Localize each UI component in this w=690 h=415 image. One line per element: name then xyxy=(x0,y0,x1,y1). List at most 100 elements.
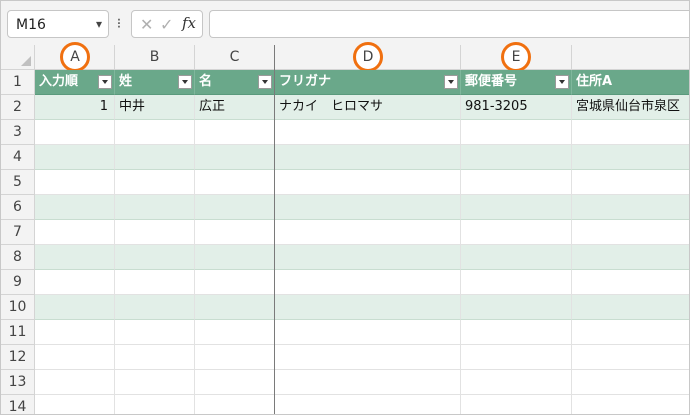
row-header[interactable]: 10 xyxy=(1,295,35,320)
more-icon[interactable]: ⁝ xyxy=(114,14,124,34)
cell[interactable] xyxy=(275,270,461,295)
cell[interactable] xyxy=(461,195,572,220)
cell[interactable] xyxy=(275,320,461,345)
header-cell-postal[interactable]: 郵便番号 xyxy=(461,70,572,95)
formula-input[interactable] xyxy=(209,10,689,38)
header-cell-furigana[interactable]: フリガナ xyxy=(275,70,461,95)
row-header[interactable]: 4 xyxy=(1,145,35,170)
cell-last-name[interactable]: 中井 xyxy=(115,95,195,120)
cell[interactable] xyxy=(115,295,195,320)
cell[interactable] xyxy=(572,370,689,395)
filter-dropdown-icon[interactable] xyxy=(178,75,192,89)
cell[interactable] xyxy=(35,120,115,145)
cell[interactable] xyxy=(572,120,689,145)
cell[interactable] xyxy=(35,345,115,370)
row-header[interactable]: 2 xyxy=(1,95,35,120)
cell[interactable] xyxy=(195,220,275,245)
header-cell-last-name[interactable]: 姓 xyxy=(115,70,195,95)
cell[interactable] xyxy=(572,270,689,295)
cell-postal[interactable]: 981-3205 xyxy=(461,95,572,120)
cell[interactable] xyxy=(275,195,461,220)
cell[interactable] xyxy=(195,370,275,395)
cell[interactable] xyxy=(461,320,572,345)
row-header[interactable]: 6 xyxy=(1,195,35,220)
cell-furigana[interactable]: ナカイ ヒロマサ xyxy=(275,95,461,120)
cell[interactable] xyxy=(35,170,115,195)
cell[interactable] xyxy=(461,245,572,270)
cell[interactable] xyxy=(115,320,195,345)
cell[interactable] xyxy=(195,195,275,220)
column-header-b[interactable]: B xyxy=(115,45,195,70)
row-header[interactable]: 12 xyxy=(1,345,35,370)
cell[interactable] xyxy=(35,370,115,395)
filter-dropdown-icon[interactable] xyxy=(98,75,112,89)
cell[interactable] xyxy=(572,220,689,245)
row-header[interactable]: 3 xyxy=(1,120,35,145)
cell[interactable] xyxy=(572,320,689,345)
cell[interactable] xyxy=(195,120,275,145)
row-header[interactable]: 14 xyxy=(1,395,35,414)
select-all-button[interactable] xyxy=(1,45,35,70)
cell[interactable] xyxy=(461,270,572,295)
column-header-f[interactable] xyxy=(572,45,689,70)
cell[interactable] xyxy=(461,395,572,414)
cell[interactable] xyxy=(195,270,275,295)
filter-dropdown-icon[interactable] xyxy=(258,75,272,89)
cell[interactable] xyxy=(461,120,572,145)
cell[interactable] xyxy=(115,395,195,414)
cell[interactable] xyxy=(461,145,572,170)
cell[interactable] xyxy=(35,145,115,170)
column-header-c[interactable]: C xyxy=(195,45,275,70)
cell[interactable] xyxy=(115,195,195,220)
cell[interactable] xyxy=(195,395,275,414)
chevron-down-icon[interactable]: ▾ xyxy=(96,17,102,31)
cell[interactable] xyxy=(115,270,195,295)
cell[interactable] xyxy=(572,295,689,320)
cell[interactable] xyxy=(572,345,689,370)
cell[interactable] xyxy=(461,170,572,195)
cell[interactable] xyxy=(115,120,195,145)
cell[interactable] xyxy=(195,170,275,195)
cancel-icon[interactable]: ✕ xyxy=(140,15,153,34)
cell[interactable] xyxy=(35,270,115,295)
cell[interactable] xyxy=(275,395,461,414)
cell[interactable] xyxy=(275,295,461,320)
cell[interactable] xyxy=(275,220,461,245)
cell-order[interactable]: 1 xyxy=(35,95,115,120)
cell[interactable] xyxy=(275,120,461,145)
header-cell-address[interactable]: 住所A xyxy=(572,70,689,95)
row-header[interactable]: 13 xyxy=(1,370,35,395)
cell[interactable] xyxy=(35,395,115,414)
cell-address[interactable]: 宮城県仙台市泉区 xyxy=(572,95,689,120)
enter-icon[interactable]: ✓ xyxy=(160,15,173,34)
row-header[interactable]: 7 xyxy=(1,220,35,245)
insert-function-icon[interactable]: fx xyxy=(182,14,196,32)
cell[interactable] xyxy=(115,145,195,170)
cell[interactable] xyxy=(275,245,461,270)
filter-dropdown-icon[interactable] xyxy=(444,75,458,89)
cell[interactable] xyxy=(195,295,275,320)
cell[interactable] xyxy=(461,220,572,245)
header-cell-first-name[interactable]: 名 xyxy=(195,70,275,95)
cell[interactable] xyxy=(35,220,115,245)
cell[interactable] xyxy=(195,345,275,370)
cell-first-name[interactable]: 広正 xyxy=(195,95,275,120)
row-header[interactable]: 9 xyxy=(1,270,35,295)
cell[interactable] xyxy=(572,395,689,414)
cell[interactable] xyxy=(115,345,195,370)
cell[interactable] xyxy=(275,345,461,370)
cell[interactable] xyxy=(35,245,115,270)
row-header[interactable]: 1 xyxy=(1,70,35,95)
cell[interactable] xyxy=(461,345,572,370)
cell[interactable] xyxy=(572,195,689,220)
cell[interactable] xyxy=(115,170,195,195)
cell[interactable] xyxy=(195,145,275,170)
row-header[interactable]: 8 xyxy=(1,245,35,270)
cell[interactable] xyxy=(572,145,689,170)
cell[interactable] xyxy=(35,195,115,220)
filter-dropdown-icon[interactable] xyxy=(555,75,569,89)
cell[interactable] xyxy=(195,245,275,270)
cell[interactable] xyxy=(195,320,275,345)
cell[interactable] xyxy=(461,295,572,320)
cell[interactable] xyxy=(275,370,461,395)
